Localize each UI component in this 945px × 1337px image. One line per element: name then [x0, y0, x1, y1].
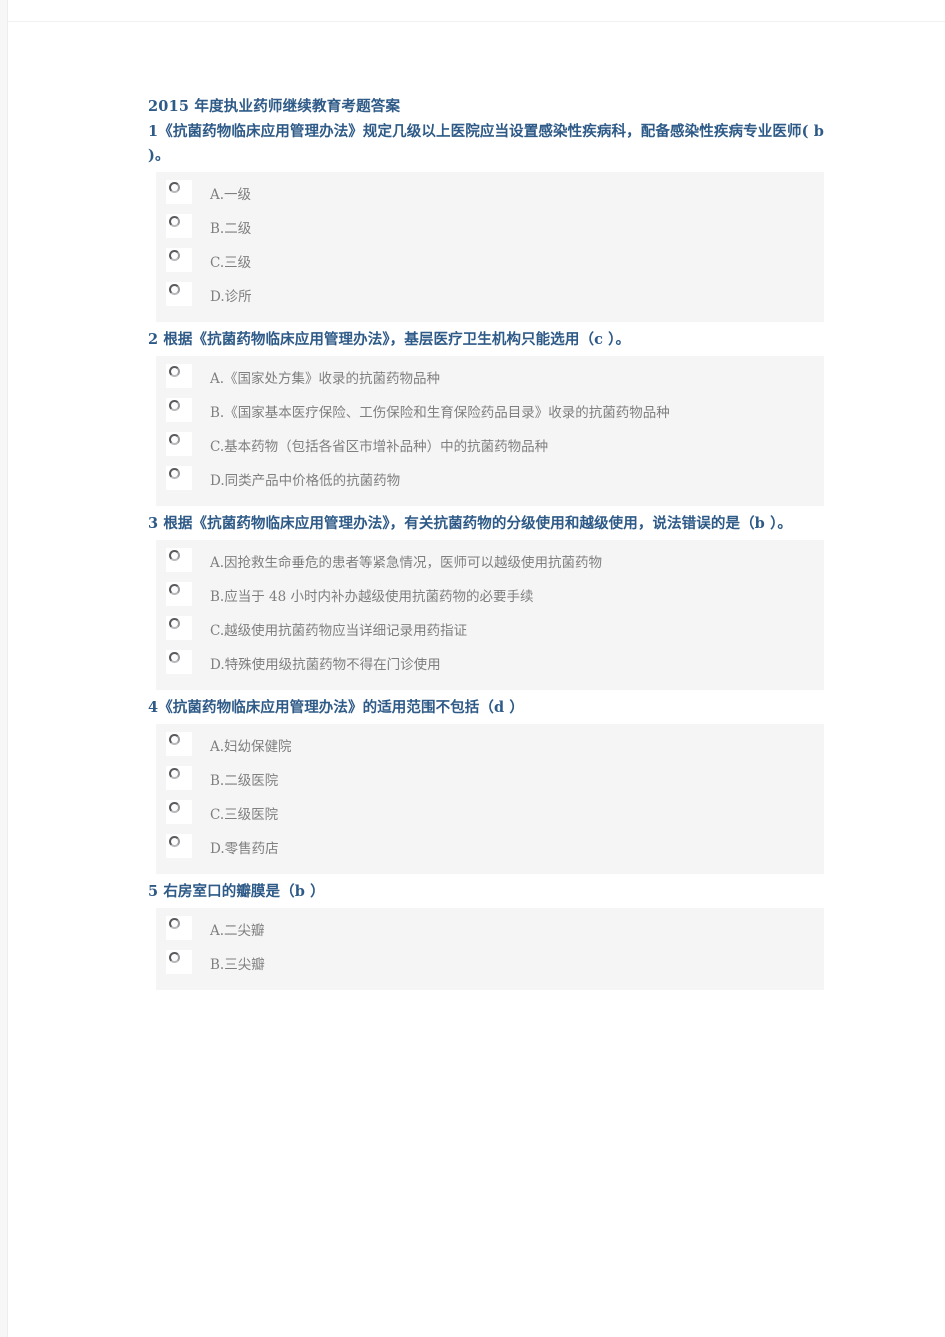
options-group: A.因抢救生命垂危的患者等紧急情况，医师可以越级使用抗菌药物 B.应当于 48 … — [156, 540, 824, 690]
option-label: D.特殊使用级抗菌药物不得在门诊使用 — [210, 657, 441, 673]
option-row[interactable]: C.三级医院 — [156, 798, 824, 832]
option-label: B.二级医院 — [210, 773, 279, 789]
option-row[interactable]: A.二尖瓣 — [156, 914, 824, 948]
radio-unselected-icon[interactable] — [166, 282, 192, 306]
option-label: A.妇幼保健院 — [210, 739, 292, 755]
option-label: D.诊所 — [210, 289, 252, 305]
option-label: C.基本药物（包括各省区市增补品种）中的抗菌药物品种 — [210, 439, 549, 455]
option-label: B.《国家基本医疗保险、工伤保险和生育保险药品目录》收录的抗菌药物品种 — [210, 405, 670, 421]
page-top-margin — [8, 0, 945, 22]
question-text: 1《抗菌药物临床应用管理办法》规定几级以上医院应当设置感染性疾病科，配备感染性疾… — [148, 123, 824, 164]
question-text: 5 右房室口的瓣膜是（b ） — [148, 883, 325, 900]
option-label: C.三级医院 — [210, 807, 279, 823]
option-label: C.三级 — [210, 255, 252, 271]
radio-unselected-icon[interactable] — [166, 398, 192, 422]
option-label: B.应当于 48 小时内补办越级使用抗菌药物的必要手续 — [210, 589, 534, 605]
option-row[interactable]: B.二级 — [156, 212, 824, 246]
option-row[interactable]: A.妇幼保健院 — [156, 730, 824, 764]
option-row[interactable]: A.一级 — [156, 178, 824, 212]
options-group: A.妇幼保健院 B.二级医院 C.三级医院 D.零售药店 — [156, 724, 824, 874]
radio-unselected-icon[interactable] — [166, 916, 192, 940]
option-row[interactable]: D.诊所 — [156, 280, 824, 314]
page-left-gutter — [0, 0, 8, 1337]
radio-unselected-icon[interactable] — [166, 800, 192, 824]
option-label: A.《国家处方集》收录的抗菌药物品种 — [210, 371, 441, 387]
option-row[interactable]: D.同类产品中价格低的抗菌药物 — [156, 464, 824, 498]
radio-unselected-icon[interactable] — [166, 548, 192, 572]
option-row[interactable]: D.零售药店 — [156, 832, 824, 866]
radio-unselected-icon[interactable] — [166, 834, 192, 858]
question-block-3: 3 根据《抗菌药物临床应用管理办法》，有关抗菌药物的分级使用和越级使用，说法错误… — [148, 512, 824, 690]
radio-unselected-icon[interactable] — [166, 214, 192, 238]
option-row[interactable]: C.越级使用抗菌药物应当详细记录用药指证 — [156, 614, 824, 648]
radio-unselected-icon[interactable] — [166, 950, 192, 974]
radio-unselected-icon[interactable] — [166, 582, 192, 606]
option-row[interactable]: C.基本药物（包括各省区市增补品种）中的抗菌药物品种 — [156, 430, 824, 464]
radio-unselected-icon[interactable] — [166, 650, 192, 674]
option-row[interactable]: B.二级医院 — [156, 764, 824, 798]
question-block-4: 4《抗菌药物临床应用管理办法》的适用范围不包括（d ） A.妇幼保健院 B.二级… — [148, 696, 824, 874]
question-block-1: 1《抗菌药物临床应用管理办法》规定几级以上医院应当设置感染性疾病科，配备感染性疾… — [148, 120, 824, 322]
question-text: 3 根据《抗菌药物临床应用管理办法》，有关抗菌药物的分级使用和越级使用，说法错误… — [148, 515, 793, 532]
option-label: A.因抢救生命垂危的患者等紧急情况，医师可以越级使用抗菌药物 — [210, 555, 603, 571]
options-group: A.二尖瓣 B.三尖瓣 — [156, 908, 824, 990]
options-group: A.一级 B.二级 C.三级 D.诊所 — [156, 172, 824, 322]
option-label: B.二级 — [210, 221, 252, 237]
radio-unselected-icon[interactable] — [166, 248, 192, 272]
option-row[interactable]: B.三尖瓣 — [156, 948, 824, 982]
radio-unselected-icon[interactable] — [166, 766, 192, 790]
option-label: D.零售药店 — [210, 841, 279, 857]
radio-unselected-icon[interactable] — [166, 466, 192, 490]
option-row[interactable]: B.《国家基本医疗保险、工伤保险和生育保险药品目录》收录的抗菌药物品种 — [156, 396, 824, 430]
option-label: D.同类产品中价格低的抗菌药物 — [210, 473, 401, 489]
document-body: 2015 年度执业药师继续教育考题答案 1《抗菌药物临床应用管理办法》规定几级以… — [148, 96, 824, 996]
radio-unselected-icon[interactable] — [166, 732, 192, 756]
radio-unselected-icon[interactable] — [166, 432, 192, 456]
option-label: A.一级 — [210, 187, 252, 203]
radio-unselected-icon[interactable] — [166, 616, 192, 640]
radio-unselected-icon[interactable] — [166, 180, 192, 204]
question-text: 2 根据《抗菌药物临床应用管理办法》，基层医疗卫生机构只能选用（c ）。 — [148, 331, 631, 348]
option-row[interactable]: A.因抢救生命垂危的患者等紧急情况，医师可以越级使用抗菌药物 — [156, 546, 824, 580]
page-title: 2015 年度执业药师继续教育考题答案 — [148, 98, 401, 115]
option-label: C.越级使用抗菌药物应当详细记录用药指证 — [210, 623, 468, 639]
option-label: A.二尖瓣 — [210, 923, 265, 939]
document-page: 2015 年度执业药师继续教育考题答案 1《抗菌药物临床应用管理办法》规定几级以… — [8, 22, 945, 1337]
option-label: B.三尖瓣 — [210, 957, 265, 973]
question-text: 4《抗菌药物临床应用管理办法》的适用范围不包括（d ） — [148, 699, 524, 716]
option-row[interactable]: D.特殊使用级抗菌药物不得在门诊使用 — [156, 648, 824, 682]
options-group: A.《国家处方集》收录的抗菌药物品种 B.《国家基本医疗保险、工伤保险和生育保险… — [156, 356, 824, 506]
question-block-5: 5 右房室口的瓣膜是（b ） A.二尖瓣 B.三尖瓣 — [148, 880, 824, 990]
option-row[interactable]: C.三级 — [156, 246, 824, 280]
question-block-2: 2 根据《抗菌药物临床应用管理办法》，基层医疗卫生机构只能选用（c ）。 A.《… — [148, 328, 824, 506]
option-row[interactable]: B.应当于 48 小时内补办越级使用抗菌药物的必要手续 — [156, 580, 824, 614]
radio-unselected-icon[interactable] — [166, 364, 192, 388]
option-row[interactable]: A.《国家处方集》收录的抗菌药物品种 — [156, 362, 824, 396]
